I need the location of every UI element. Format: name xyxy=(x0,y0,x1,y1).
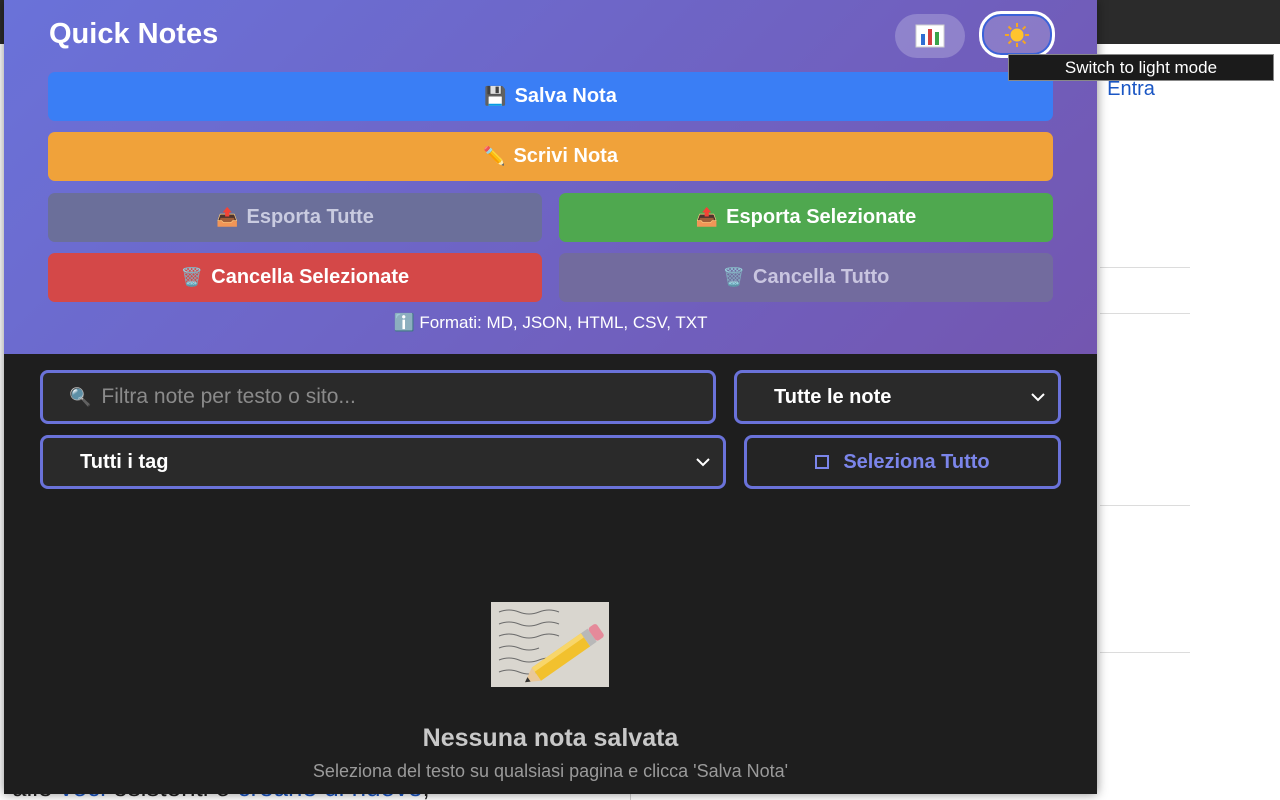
export-all-label: Esporta Tutte xyxy=(246,206,374,228)
notes-filter-select[interactable]: Tutte le note xyxy=(734,370,1061,424)
background-divider xyxy=(1100,313,1190,314)
background-divider xyxy=(1100,652,1190,653)
save-note-button[interactable]: 💾 Salva Nota xyxy=(48,72,1053,121)
magnifier-icon: 🔍 xyxy=(69,386,92,407)
checkbox-icon xyxy=(815,455,830,469)
background-login-link[interactable]: Entra xyxy=(1107,78,1155,101)
chevron-down-icon xyxy=(696,458,710,467)
notes-filter-value: Tutte le note xyxy=(774,385,892,408)
select-all-button[interactable]: Seleziona Tutto xyxy=(744,435,1061,489)
export-formats-info: ℹ️ Formati: MD, JSON, HTML, CSV, TXT xyxy=(393,313,708,332)
tags-filter-value: Tutti i tag xyxy=(80,450,169,473)
delete-selected-button[interactable]: 🗑️ Cancella Selezionate xyxy=(48,253,542,302)
background-divider xyxy=(1100,505,1190,506)
floppy-disk-icon: 💾 xyxy=(484,86,507,106)
export-selected-label: Esporta Selezionate xyxy=(726,206,917,228)
app-title: Quick Notes xyxy=(49,18,219,50)
save-note-label: Salva Nota xyxy=(514,85,617,107)
delete-selected-label: Cancella Selezionate xyxy=(211,266,410,288)
delete-all-label: Cancella Tutto xyxy=(753,266,890,288)
outbox-tray-icon: 📤 xyxy=(216,207,239,227)
empty-state-title: Nessuna nota salvata xyxy=(422,724,679,752)
theme-toggle-button[interactable] xyxy=(979,11,1055,58)
trash-icon: 🗑️ xyxy=(722,267,746,287)
tags-filter-select[interactable]: Tutti i tag xyxy=(40,435,726,489)
delete-all-button[interactable]: 🗑️ Cancella Tutto xyxy=(559,253,1053,302)
search-placeholder: Filtra note per testo o sito... xyxy=(101,385,356,408)
popup-header: Quick Notes 💾 Salva Nota ✏️ Scrivi Nota … xyxy=(4,0,1097,354)
sun-icon xyxy=(1005,22,1029,47)
export-selected-button[interactable]: 📤 Esporta Selezionate xyxy=(559,193,1053,242)
select-all-label: Seleziona Tutto xyxy=(843,450,990,473)
write-note-label: Scrivi Nota xyxy=(513,145,618,167)
export-all-button[interactable]: 📤 Esporta Tutte xyxy=(48,193,542,242)
pencil-icon: ✏️ xyxy=(483,146,506,166)
search-input[interactable]: 🔍 Filtra note per testo o sito... xyxy=(40,370,716,424)
chevron-down-icon xyxy=(1031,393,1045,402)
quick-notes-popup: Quick Notes 💾 Salva Nota ✏️ Scrivi Nota … xyxy=(4,0,1097,794)
trash-icon: 🗑️ xyxy=(180,267,204,287)
empty-state-subtitle: Seleziona del testo su qualsiasi pagina … xyxy=(312,761,789,781)
memo-pencil-illustration xyxy=(491,602,609,687)
theme-tooltip: Switch to light mode xyxy=(1008,54,1274,81)
stats-button[interactable] xyxy=(895,14,965,58)
write-note-button[interactable]: ✏️ Scrivi Nota xyxy=(48,132,1053,181)
bar-chart-icon xyxy=(915,24,945,48)
outbox-tray-icon: 📤 xyxy=(695,207,719,227)
background-divider xyxy=(1100,267,1190,268)
